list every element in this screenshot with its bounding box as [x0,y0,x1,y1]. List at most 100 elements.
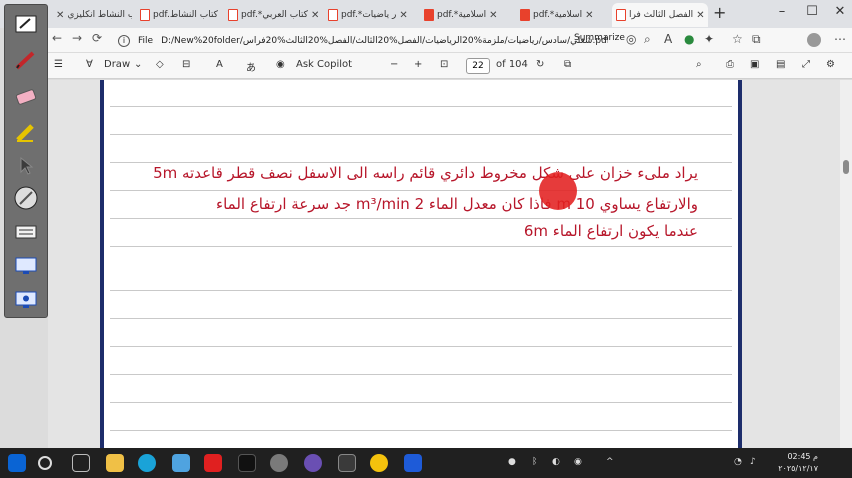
save-as-icon[interactable]: ▤ [776,59,785,70]
maximize-icon[interactable]: ☐ [802,4,822,19]
red-pen-icon[interactable] [11,47,41,73]
tray-icon[interactable]: ● [508,457,516,467]
youtube-icon[interactable] [204,454,222,472]
keyboard-icon[interactable] [11,219,41,245]
page-rule [110,246,732,247]
task-view-icon[interactable] [72,454,90,472]
contents-icon[interactable]: ☰ [54,59,63,70]
pdf-icon [140,9,150,21]
translate-icon[interactable]: あ [246,59,256,74]
tab-activity-book[interactable]: pdf.كتاب النشاط ✕ [136,3,220,27]
tray-icon[interactable]: ◐ [552,457,560,467]
tab-arabic-book[interactable]: pdf.*كتاب العربي ✕ [224,3,320,27]
chevron-down-icon[interactable]: ⌄ [134,59,142,70]
refresh-icon[interactable]: ⟳ [92,31,102,45]
fit-page-icon[interactable]: ⊡ [440,59,448,70]
chrome-icon[interactable] [370,454,388,472]
tab-chapter-three[interactable]: الفصل الثالث فرا ✕ [612,3,708,27]
search-icon[interactable]: ⌕ [696,59,702,70]
taskbar: ● ᛒ ◐ ◉ ^ ◔ ♪ 02:45 م ٢٠٢٥/١٢/١٧ [0,448,852,478]
view-icon[interactable]: ⊟ [182,59,190,70]
page-number-input[interactable]: 22 [466,58,490,74]
tab-strip: ✕ كتاب النشاط انكليزي pdf.كتاب النشاط ✕ … [0,0,852,28]
problem-line-3: عندما يكون ارتفاع الماء 6m [523,222,698,240]
app-icon[interactable] [338,454,356,472]
highlighter-icon[interactable] [11,119,41,145]
print-icon[interactable]: ⎙ [726,59,734,70]
close-icon[interactable]: ✕ [696,10,704,21]
tab-label: pdf.*اسلامية [437,10,487,20]
app-icon[interactable] [270,454,288,472]
close-icon[interactable]: ✕ [311,10,319,21]
search-icon[interactable] [38,456,52,470]
avatar[interactable] [807,33,821,47]
summarize-button[interactable]: Summarize [574,33,625,43]
eraser-icon[interactable]: ◇ [156,59,164,70]
store-icon[interactable] [172,454,190,472]
copilot-icon[interactable]: ◉ [276,59,285,70]
zoom-in-icon[interactable]: + [414,59,422,70]
page-rule [110,290,732,291]
tab-islamic-2[interactable]: pdf.*اسلامية ✕ [516,3,608,27]
back-icon[interactable]: ← [52,31,62,45]
chevron-up-icon[interactable]: ^ [606,457,614,467]
tiktok-icon[interactable] [238,454,256,472]
close-icon[interactable]: ✕ [585,10,593,21]
info-icon[interactable]: i [118,34,130,47]
minimize-icon[interactable]: – [772,4,792,19]
tray-icon[interactable]: ◉ [574,457,582,467]
pointer-highlight [539,172,577,210]
whiteboard-icon[interactable] [11,11,41,37]
draw-button[interactable]: Draw [104,59,130,70]
clock-date: ٢٠٢٥/١٢/١٧ [778,464,818,473]
page-count: of 104 [496,59,528,70]
extension-icon[interactable]: ● [684,32,694,46]
tab-islamic-1[interactable]: pdf.*اسلامية ✕ [420,3,512,27]
puzzle-icon[interactable]: ✦ [704,32,714,46]
pdf-icon [228,9,238,21]
app-icon[interactable] [304,454,322,472]
scrollbar-thumb[interactable] [843,160,849,174]
wifi-icon[interactable]: ◔ [734,457,742,467]
close-icon[interactable]: ✕ [489,10,497,21]
forward-icon[interactable]: → [72,31,82,45]
clock[interactable]: 02:45 م ٢٠٢٥/١٢/١٧ [766,451,818,475]
screen-record-icon[interactable] [11,287,41,313]
text-icon[interactable]: A [216,59,223,70]
new-tab-icon[interactable]: + [713,3,726,22]
url-field[interactable]: i File D:/New%20folder/شغلي/سادس/رياضيات… [118,32,608,49]
close-icon[interactable]: ✕ [399,10,407,21]
ask-copilot-button[interactable]: Ask Copilot [296,59,352,70]
close-icon[interactable]: ✕ [56,10,64,21]
rotate-icon[interactable]: ↻ [536,59,544,70]
read-aloud-icon[interactable]: A [664,32,672,46]
screen-capture-icon[interactable] [11,253,41,279]
volume-icon[interactable]: ♪ [750,457,756,467]
tab-math[interactable]: pdf.*ر ياضيات ✕ [324,3,416,27]
search-icon[interactable]: ⌕ [644,32,651,47]
save-icon[interactable]: ▣ [750,59,759,70]
app-icon[interactable] [404,454,422,472]
two-page-icon[interactable]: ⧉ [564,59,571,70]
bluetooth-icon[interactable]: ᛒ [532,457,537,467]
tab-activity-english[interactable]: ✕ كتاب النشاط انكليزي [52,3,132,27]
draw-icon[interactable]: ∀ [86,59,93,70]
window-close-icon[interactable]: ✕ [830,4,850,19]
pdf-page: يراد ملىء خزان على شكل مخروط دائري قائم … [100,80,742,448]
start-icon[interactable] [8,454,26,472]
file-explorer-icon[interactable] [106,454,124,472]
settings-icon[interactable]: ⚙ [826,59,835,70]
pdf-toolbar: ☰ ∀ Draw ⌄ ◇ ⊟ A あ ◉ Ask Copilot − + ⊡ 2… [48,53,852,79]
expand-icon[interactable]: ⤢ [802,59,810,70]
collections-icon[interactable]: ⧉ [752,32,761,47]
more-icon[interactable]: ⋯ [834,32,846,46]
edge-icon[interactable] [138,454,156,472]
eraser-tool-icon[interactable] [11,83,41,109]
pointer-icon[interactable] [11,153,41,179]
color-wheel-icon[interactable] [11,185,41,211]
copilot-icon[interactable]: ◎ [626,32,636,46]
zoom-out-icon[interactable]: − [390,59,398,70]
vertical-scrollbar[interactable] [840,80,852,448]
document-viewport[interactable]: يراد ملىء خزان على شكل مخروط دائري قائم … [48,80,840,448]
favorites-icon[interactable]: ☆ [732,32,743,46]
